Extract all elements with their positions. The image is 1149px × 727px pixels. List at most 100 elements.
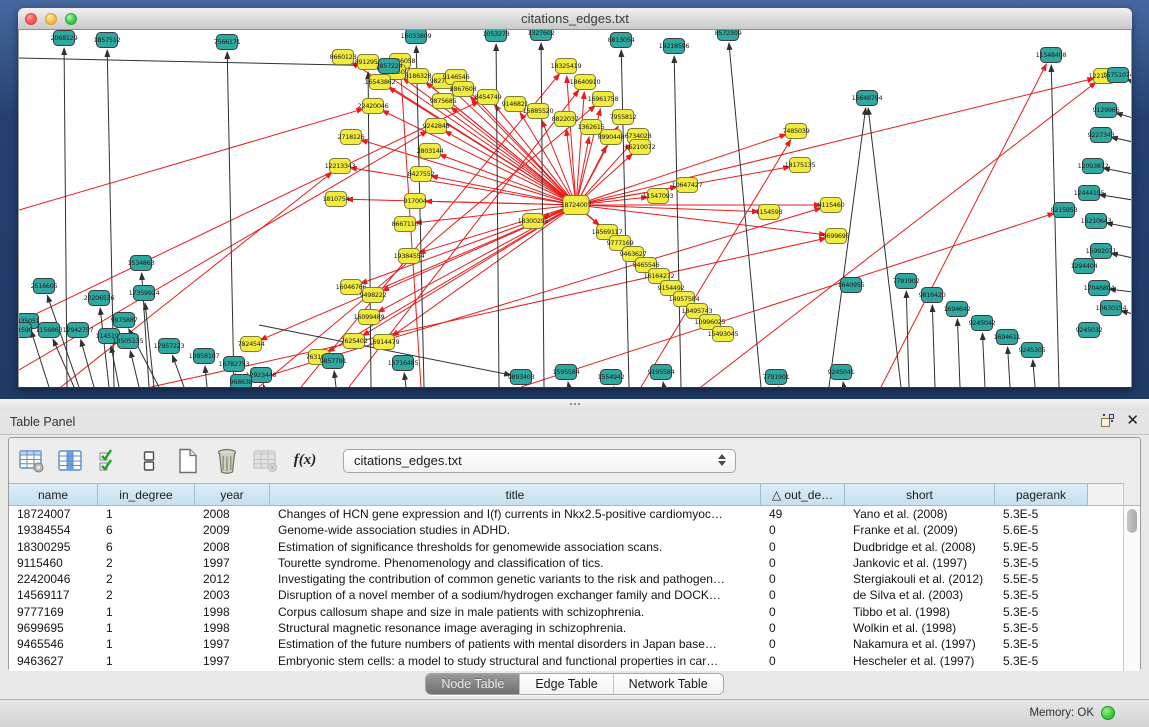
graph-edge[interactable] (111, 346, 119, 387)
window-titlebar[interactable]: citations_edges.txt (18, 8, 1132, 30)
cell-title[interactable]: Disruption of a novel member of a sodium… (270, 587, 761, 603)
graph-node-20206536[interactable]: 20206536 (84, 291, 115, 306)
column-header-year[interactable]: year (195, 484, 270, 505)
graph-node-9242848[interactable]: 9242848 (423, 119, 450, 134)
cell-in_degree[interactable]: 2 (98, 555, 195, 571)
cell-pagerank[interactable]: 5.5E-5 (995, 571, 1088, 587)
cell-short[interactable]: Nakamura et al. (1997) (845, 636, 995, 652)
table-selector-dropdown[interactable]: citations_edges.txt (343, 449, 736, 473)
cell-in_degree[interactable]: 1 (98, 620, 195, 636)
cell-short[interactable]: Tibbo et al. (1998) (845, 604, 995, 620)
tab-edge-table[interactable]: Edge Table (520, 674, 613, 694)
graph-node-7791902[interactable]: 7791902 (893, 274, 920, 289)
graph-edge[interactable] (1008, 347, 1010, 387)
cell-out_de[interactable]: 49 (761, 506, 845, 522)
cell-in_degree[interactable]: 1 (98, 636, 195, 652)
table-row[interactable]: 911546021997Tourette syndrome. Phenomeno… (9, 555, 1125, 571)
graph-node-16210643[interactable]: 16210643 (1081, 214, 1112, 229)
graph-node-12942757[interactable]: 12942757 (63, 323, 94, 338)
graph-node-11548408[interactable]: 11548408 (1036, 48, 1067, 63)
graph-edge[interactable] (663, 382, 664, 387)
graph-edge[interactable] (205, 366, 207, 387)
graph-node-8660123[interactable]: 8660123 (330, 50, 357, 65)
graph-node-9857791[interactable]: 9857791 (320, 354, 347, 369)
graph-node-8427552[interactable]: 8427552 (408, 167, 435, 182)
cell-name[interactable]: 14569117 (9, 587, 98, 603)
graph-node-18724007[interactable]: 18724007 (561, 196, 592, 215)
cell-year[interactable]: 2003 (195, 587, 270, 603)
graph-node-9245042[interactable]: 9245042 (969, 316, 996, 331)
graph-node-8822037[interactable]: 8822037 (552, 112, 579, 127)
cell-title[interactable]: Changes of HCN gene expression and I(f) … (270, 506, 761, 522)
graph-edge[interactable] (19, 58, 379, 66)
graph-node-1053278[interactable]: 1053278 (483, 30, 510, 42)
cell-year[interactable]: 1998 (195, 604, 270, 620)
graph-node-968638[interactable]: 968638 (229, 375, 252, 388)
graph-node-1534863[interactable]: 1534863 (128, 256, 155, 271)
graph-edge[interactable] (404, 373, 406, 387)
cell-name[interactable]: 18724007 (9, 506, 98, 522)
cell-short[interactable]: Yano et al. (2008) (845, 506, 995, 522)
cell-year[interactable]: 1997 (195, 653, 270, 669)
cell-title[interactable]: Tourette syndrome. Phenomenology and cla… (270, 555, 761, 571)
graph-node-9245032[interactable]: 9245032 (1076, 323, 1103, 338)
graph-node-1294404[interactable]: 1294404 (1071, 259, 1098, 274)
graph-node-17359924[interactable]: 17359924 (129, 286, 160, 301)
graph-node-9816420[interactable]: 9816420 (919, 288, 946, 303)
graph-node-9129966[interactable]: 9129966 (1093, 103, 1120, 118)
graph-node-1810754[interactable]: 1810754 (323, 192, 350, 207)
network-canvas[interactable]: 8660123891295418226058982750916543862818… (18, 30, 1132, 387)
graph-node-1327602[interactable]: 1327602 (528, 30, 555, 41)
graph-node-12213343[interactable]: 12213343 (325, 159, 356, 174)
graph-node-8813054[interactable]: 8813054 (608, 33, 635, 48)
column-header-name[interactable]: name (9, 484, 98, 505)
graph-node-2867608[interactable]: 2867608 (450, 82, 477, 97)
graph-edge[interactable] (568, 382, 569, 387)
graph-edge[interactable] (64, 48, 67, 387)
cell-out_de[interactable]: 0 (761, 653, 845, 669)
graph-node-9227343[interactable]: 9227343 (1088, 128, 1115, 143)
graph-node-7625402[interactable]: 7625402 (341, 334, 368, 349)
cell-name[interactable]: 9463627 (9, 653, 98, 669)
cell-year[interactable]: 1997 (195, 555, 270, 571)
column-header-short[interactable]: short (845, 484, 995, 505)
graph-node-16648794[interactable]: 16648794 (852, 91, 883, 106)
graph-edge[interactable] (957, 319, 960, 387)
cell-title[interactable]: Structural magnetic resonance image aver… (270, 620, 761, 636)
select-column-icon[interactable] (58, 448, 84, 474)
graph-node-9875685[interactable]: 9875685 (430, 94, 457, 109)
cell-title[interactable]: Corpus callosum shape and size in male p… (270, 604, 761, 620)
table-settings-icon[interactable] (19, 448, 45, 474)
graph-node-1554942[interactable]: 1554942 (598, 370, 625, 385)
graph-node-2718126[interactable]: 2718126 (338, 130, 365, 145)
split-pane-divider[interactable] (0, 399, 1149, 410)
cell-out_de[interactable]: 0 (761, 571, 845, 587)
cell-title[interactable]: Embryonic stem cells: a model to study s… (270, 653, 761, 669)
cell-short[interactable]: de Silva et al. (2003) (845, 587, 995, 603)
cell-in_degree[interactable]: 1 (98, 653, 195, 669)
graph-node-1156863[interactable]: 1156863 (36, 323, 63, 338)
graph-node-8186328[interactable]: 8186328 (405, 69, 432, 84)
table-row[interactable]: 2242004622012Investigating the contribut… (9, 571, 1125, 587)
scrollbar-thumb[interactable] (1127, 509, 1137, 533)
cell-short[interactable]: Franke et al. (2009) (845, 522, 995, 538)
cell-year[interactable]: 2008 (195, 506, 270, 522)
cell-name[interactable]: 19384554 (9, 522, 98, 538)
graph-node-1154593[interactable]: 1154593 (756, 205, 783, 220)
graph-edge[interactable] (19, 109, 363, 210)
cell-in_degree[interactable]: 2 (98, 571, 195, 587)
graph-edge[interactable] (263, 385, 264, 387)
graph-node-17957223[interactable]: 17957223 (154, 339, 185, 354)
table-row[interactable]: 946362711997Embryonic stem cells: a mode… (9, 653, 1125, 669)
cell-out_de[interactable]: 0 (761, 555, 845, 571)
graph-node-8454749[interactable]: 8454749 (475, 90, 502, 105)
graph-edge[interactable] (47, 295, 79, 387)
graph-node-7485039[interactable]: 7485039 (783, 124, 810, 139)
cell-name[interactable]: 22420046 (9, 571, 98, 587)
graph-node-19218596[interactable]: 19218596 (659, 39, 690, 54)
table-row[interactable]: 1456911722003Disruption of a novel membe… (9, 587, 1125, 603)
column-header-in_degree[interactable]: in_degree (98, 484, 195, 505)
cell-pagerank[interactable]: 5.9E-5 (995, 539, 1088, 555)
graph-edge[interactable] (982, 333, 985, 387)
cell-name[interactable]: 18300295 (9, 539, 98, 555)
